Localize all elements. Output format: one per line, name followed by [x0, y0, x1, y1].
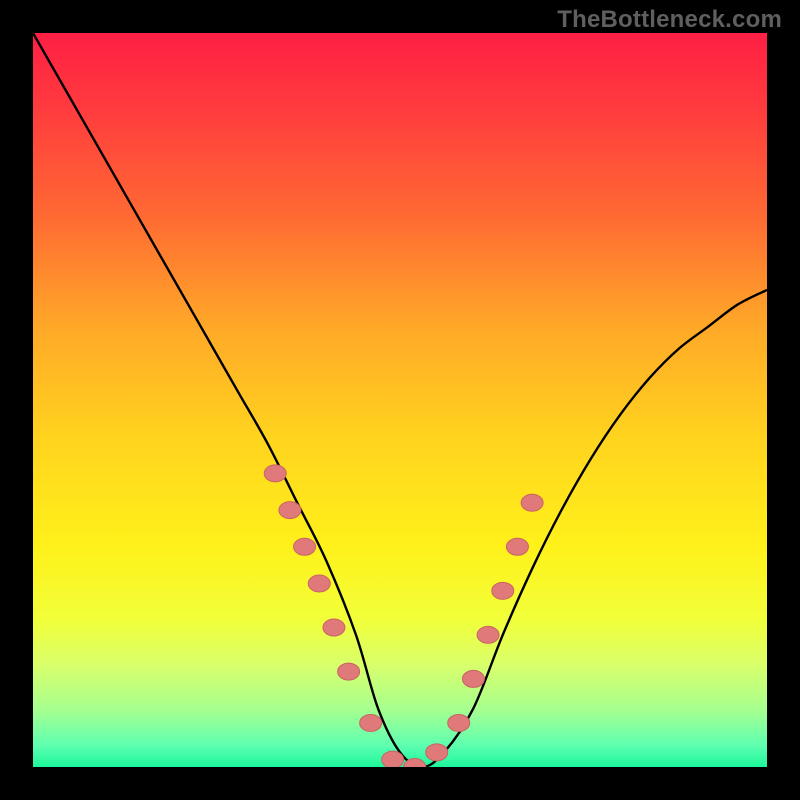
curve-marker [264, 465, 286, 482]
curve-marker [382, 751, 404, 767]
curve-marker [462, 670, 484, 687]
curve-marker [448, 714, 470, 731]
watermark-label: TheBottleneck.com [557, 6, 782, 34]
curve-marker [426, 744, 448, 761]
curve-marker [308, 575, 330, 592]
plot-area [33, 33, 767, 767]
curve-marker [338, 663, 360, 680]
curve-marker [506, 538, 528, 555]
curve-marker [477, 626, 499, 643]
curve-marker [294, 538, 316, 555]
curve-marker [360, 714, 382, 731]
chart-frame: TheBottleneck.com [0, 0, 800, 800]
curve-marker [492, 582, 514, 599]
curve-marker [521, 494, 543, 511]
curve-marker [323, 619, 345, 636]
bottleneck-chart [33, 33, 767, 767]
curve-marker [279, 502, 301, 519]
gradient-background [33, 33, 767, 767]
